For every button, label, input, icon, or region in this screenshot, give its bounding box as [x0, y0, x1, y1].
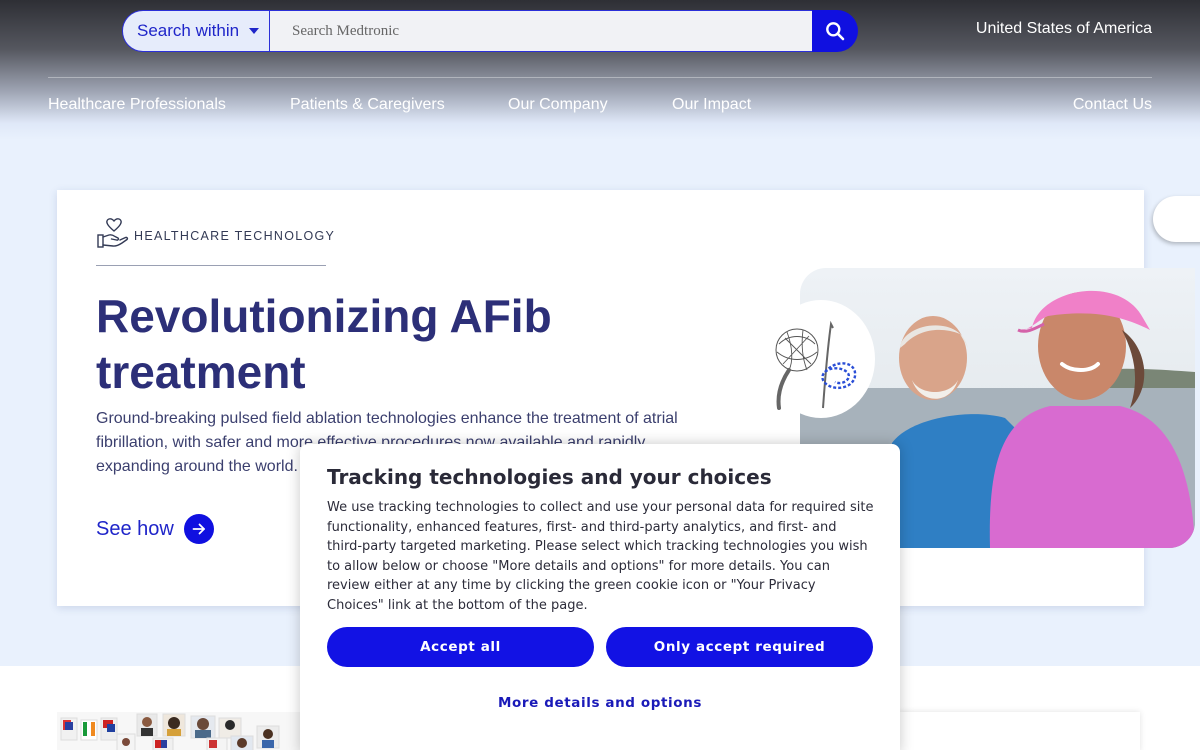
- eyebrow-divider: [96, 265, 326, 266]
- region-selector[interactable]: United States of America: [976, 20, 1152, 38]
- nav-patients-caregivers[interactable]: Patients & Caregivers: [290, 96, 445, 114]
- search-icon: [826, 22, 845, 41]
- side-tab-button[interactable]: [1153, 196, 1200, 242]
- secondary-card: [898, 712, 1140, 750]
- people-collage-image: [57, 712, 300, 750]
- search-button[interactable]: [812, 10, 858, 52]
- arrow-right-icon: [183, 514, 214, 544]
- header-divider: [48, 77, 1152, 78]
- hero-title: Revolutionizing AFib treatment: [96, 290, 552, 398]
- nav-healthcare-professionals[interactable]: Healthcare Professionals: [48, 96, 226, 114]
- cookie-dialog-body: We use tracking technologies to collect …: [327, 500, 874, 613]
- search-within-dropdown[interactable]: Search within: [122, 10, 270, 52]
- hand-heart-icon: [97, 218, 129, 248]
- eyebrow: HEALTHCARE TECHNOLOGY: [96, 216, 335, 250]
- nav-our-impact[interactable]: Our Impact: [672, 96, 751, 114]
- search-within-label: Search within: [137, 21, 240, 40]
- see-how-label: See how: [96, 517, 174, 540]
- search-bar: Search within: [122, 10, 858, 52]
- search-input[interactable]: [270, 10, 812, 52]
- cookie-dialog-title: Tracking technologies and your choices: [327, 465, 772, 489]
- nav-contact-us[interactable]: Contact Us: [1073, 96, 1152, 114]
- more-details-link[interactable]: More details and options: [300, 695, 900, 711]
- nav-our-company[interactable]: Our Company: [508, 96, 608, 114]
- device-illustration: [767, 300, 875, 418]
- see-how-link[interactable]: See how: [96, 514, 214, 544]
- caret-down-icon: [249, 28, 259, 34]
- main-nav: Healthcare Professionals Patients & Care…: [48, 96, 1152, 116]
- accept-all-button[interactable]: Accept all: [327, 627, 594, 667]
- only-required-button[interactable]: Only accept required: [606, 627, 873, 667]
- eyebrow-label: HEALTHCARE TECHNOLOGY: [134, 229, 336, 243]
- cookie-consent-dialog: Tracking technologies and your choices W…: [300, 444, 900, 750]
